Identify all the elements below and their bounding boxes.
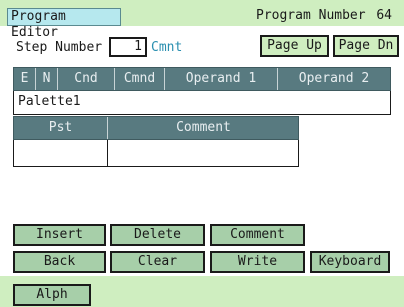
back-button[interactable]: Back [13, 251, 106, 273]
clear-button[interactable]: Clear [110, 251, 205, 273]
window-title: Program Editor [7, 8, 121, 40]
column-header-cnd: Cnd [58, 68, 115, 90]
column-header-n: N [36, 68, 58, 90]
alph-button[interactable]: Alph [13, 284, 91, 306]
insert-button[interactable]: Insert [13, 224, 106, 246]
column-header-cmnd: Cmnd [115, 68, 165, 90]
column-header-operand-2: Operand 2 [298, 71, 370, 86]
pst-cell[interactable] [14, 140, 108, 166]
column-header-pst: Pst [14, 117, 108, 139]
write-button[interactable]: Write [210, 251, 305, 273]
delete-button[interactable]: Delete [110, 224, 205, 246]
keyboard-button[interactable]: Keyboard [310, 251, 390, 273]
program-number-label: Program Number [256, 8, 366, 23]
column-header-e: E [14, 68, 36, 90]
column-header-operand-1: Operand 1 [165, 68, 278, 90]
step-number-input[interactable]: 1 [109, 37, 147, 57]
title-bar: Program Editor Program Number 64 [0, 0, 404, 40]
column-header-comment: Comment [176, 120, 231, 135]
step-number-label: Step Number [16, 40, 103, 55]
table-row-palette[interactable]: Palette1 [13, 91, 391, 115]
page-down-button[interactable]: Page Dn [333, 35, 399, 57]
program-table-header: E N Cnd Cmnd Operand 1 Operand 2 [13, 67, 391, 91]
program-number-value: 64 [376, 8, 392, 23]
position-table-header: Pst Comment [13, 116, 299, 140]
comment-indicator: Cmnt [151, 40, 183, 55]
comment-button[interactable]: Comment [210, 224, 305, 246]
position-table-row[interactable] [13, 140, 299, 167]
comment-cell[interactable] [109, 140, 298, 166]
page-up-button[interactable]: Page Up [260, 35, 329, 57]
